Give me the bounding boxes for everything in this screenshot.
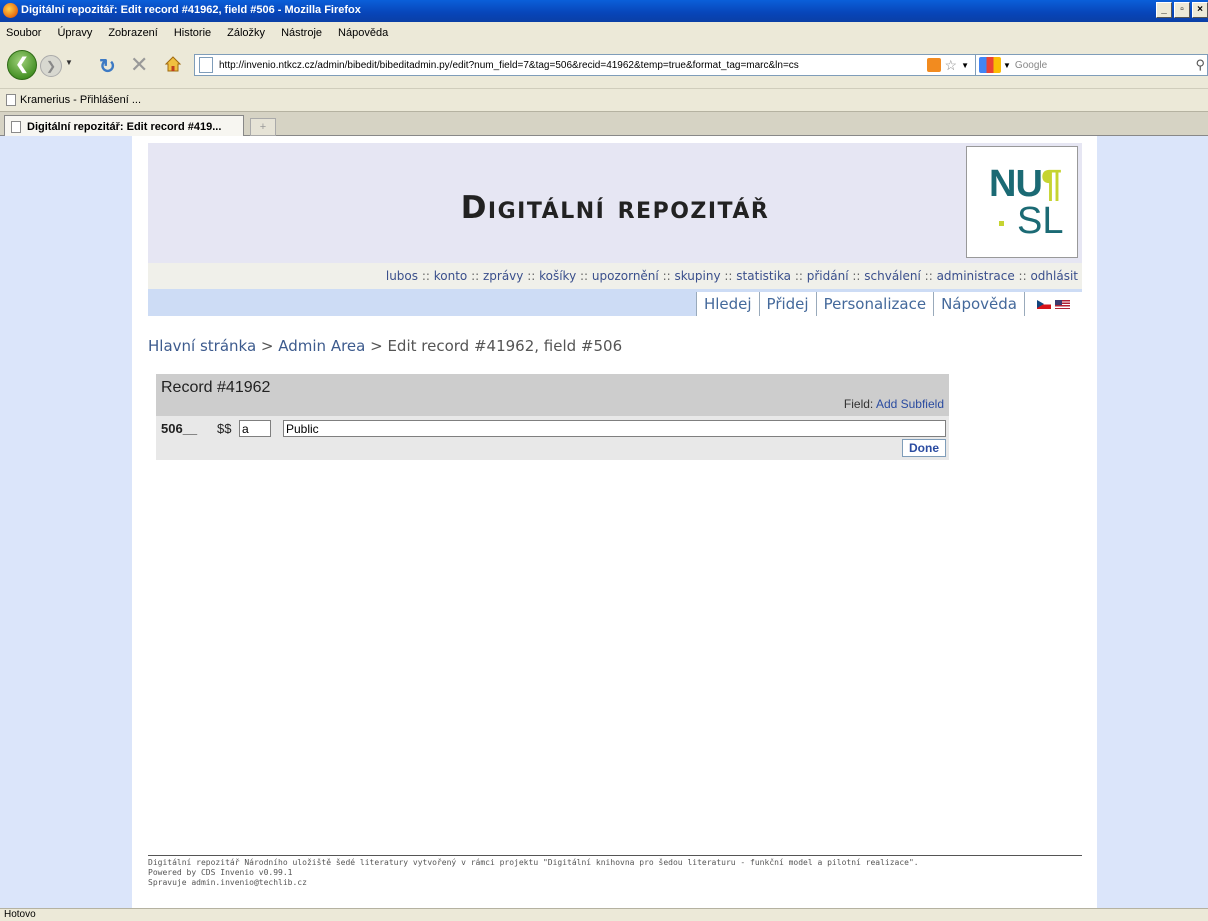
field-label: Field:	[843, 397, 874, 411]
bookmark-star-icon[interactable]: ☆	[945, 57, 958, 74]
rss-feed-icon[interactable]	[926, 58, 941, 72]
url-dropdown-icon[interactable]: ▼	[961, 61, 969, 70]
user-link-skupiny[interactable]: skupiny	[674, 269, 720, 283]
menu-nastroje[interactable]: Nástroje	[281, 27, 322, 39]
record-field-actions: Field: Add Subfield	[844, 397, 944, 411]
status-bar: Hotovo	[0, 908, 1208, 921]
user-link-odhlasit[interactable]: odhlásit	[1030, 269, 1078, 283]
user-link-pridani[interactable]: přidání	[807, 269, 849, 283]
new-tab-button[interactable]: +	[250, 118, 276, 136]
page-footer: Digitální repozitář Národního uložiště š…	[148, 855, 1082, 888]
record-header: Record #41962 Field: Add Subfield	[156, 374, 949, 416]
user-links-bar: lubos :: konto :: zprávy :: košíky :: up…	[148, 263, 1082, 289]
search-box[interactable]: ▼ Google ⚲	[975, 54, 1208, 76]
logo-dot	[999, 221, 1004, 226]
user-link-zpravy[interactable]: zprávy	[483, 269, 523, 283]
menu-bar: Soubor Úpravy Zobrazení Historie Záložky…	[0, 22, 1208, 44]
tab-bar: Digitální repozitář: Edit record #419...…	[0, 111, 1208, 137]
menu-zalozky[interactable]: Záložky	[227, 27, 265, 39]
main-nav-bar: Hledej Přidej Personalizace Nápověda	[148, 289, 1082, 316]
window-title: Digitální repozitář: Edit record #41962,…	[21, 4, 361, 16]
record-title: Record #41962	[161, 379, 271, 396]
search-icon[interactable]: ⚲	[1195, 57, 1205, 73]
history-dropdown-icon[interactable]: ▼	[65, 58, 73, 67]
nusl-logo[interactable]: NU ¶ SL	[966, 146, 1078, 258]
breadcrumb-home[interactable]: Hlavní stránka	[148, 337, 256, 355]
footer-powered-by: Powered by CDS Invenio v0.99.1	[148, 868, 293, 877]
menu-historie[interactable]: Historie	[174, 27, 211, 39]
subfield-value-input[interactable]	[283, 420, 946, 437]
breadcrumb-separator: >	[256, 337, 279, 355]
nav-tab-personalizace[interactable]: Personalizace	[815, 292, 934, 316]
nav-tab-hledej[interactable]: Hledej	[695, 292, 759, 316]
user-link-konto[interactable]: konto	[434, 269, 468, 283]
footer-admin-contact: Spravuje admin.invenio@techlib.cz	[148, 878, 307, 887]
stop-icon[interactable]: ✕	[130, 52, 148, 78]
url-text[interactable]: http://invenio.ntkcz.cz/admin/bibedit/bi…	[219, 60, 927, 71]
logo-pilcrow-icon: ¶	[1041, 163, 1063, 205]
user-link-upozorneni[interactable]: upozornění	[592, 269, 659, 283]
back-button[interactable]: ❮	[7, 50, 37, 80]
search-input[interactable]: Google	[1015, 60, 1196, 71]
menu-napoveda[interactable]: Nápověda	[338, 27, 388, 39]
bookmark-kramerius[interactable]: Kramerius - Přihlášení ...	[20, 94, 141, 106]
page-icon	[11, 120, 21, 133]
logo-text-top: NU	[989, 163, 1043, 205]
breadcrumb: Hlavní stránka > Admin Area > Edit recor…	[148, 337, 622, 355]
search-engine-icon[interactable]	[979, 57, 1001, 73]
user-link-schvaleni[interactable]: schválení	[864, 269, 921, 283]
user-link-administrace[interactable]: administrace	[937, 269, 1015, 283]
breadcrumb-separator: >	[365, 337, 388, 355]
browser-viewport: Digitální repozitář NU ¶ SL lubos :: kon…	[0, 136, 1208, 908]
subfield-delimiter: $$	[217, 421, 232, 436]
window-titlebar: Digitální repozitář: Edit record #41962,…	[0, 0, 1208, 22]
maximize-button[interactable]: ▫	[1174, 2, 1190, 18]
breadcrumb-current: Edit record #41962, field #506	[387, 337, 623, 355]
tab-active[interactable]: Digitální repozitář: Edit record #419...	[4, 115, 244, 137]
user-link-kosiky[interactable]: košíky	[539, 269, 576, 283]
page-icon	[199, 57, 213, 73]
home-icon[interactable]	[164, 55, 182, 73]
footer-description: Digitální repozitář Národního uložiště š…	[148, 858, 919, 867]
field-tag: 506__	[161, 421, 198, 436]
status-text: Hotovo	[4, 909, 36, 920]
subfield-code-input[interactable]	[239, 420, 271, 437]
done-button[interactable]: Done	[902, 439, 946, 457]
nav-tab-pridej[interactable]: Přidej	[758, 292, 816, 316]
menu-upravy[interactable]: Úpravy	[57, 27, 92, 39]
logo-text-bottom: SL	[1017, 200, 1064, 242]
menu-soubor[interactable]: Soubor	[6, 27, 41, 39]
language-switcher	[1024, 292, 1082, 316]
reload-icon[interactable]: ↻	[99, 54, 116, 79]
user-link-statistika[interactable]: statistika	[736, 269, 791, 283]
us-flag-icon[interactable]	[1055, 299, 1070, 309]
close-button[interactable]: ×	[1192, 2, 1208, 18]
breadcrumb-admin-area[interactable]: Admin Area	[278, 337, 365, 355]
address-bar[interactable]: http://invenio.ntkcz.cz/admin/bibedit/bi…	[194, 54, 980, 76]
site-header: Digitální repozitář NU ¶ SL	[148, 143, 1082, 263]
firefox-icon	[3, 3, 18, 18]
user-link-lubos[interactable]: lubos	[386, 269, 418, 283]
page-icon	[6, 93, 16, 106]
tab-label: Digitální repozitář: Edit record #419...	[27, 120, 222, 133]
bookmarks-toolbar: Kramerius - Přihlášení ...	[0, 88, 1208, 110]
site-title: Digitální repozitář	[460, 190, 770, 226]
minimize-button[interactable]: _	[1156, 2, 1172, 18]
forward-button[interactable]: ❯	[40, 55, 62, 77]
nav-tab-napoveda[interactable]: Nápověda	[933, 292, 1024, 316]
search-engine-dropdown-icon[interactable]: ▼	[1003, 61, 1011, 70]
add-subfield-link[interactable]: Add Subfield	[876, 397, 944, 411]
menu-zobrazeni[interactable]: Zobrazení	[108, 27, 158, 39]
record-editor: Record #41962 Field: Add Subfield 506__ …	[156, 374, 949, 460]
czech-flag-icon[interactable]	[1037, 299, 1051, 309]
subfield-row: 506__ $$	[161, 420, 946, 437]
page-container: Digitální repozitář NU ¶ SL lubos :: kon…	[132, 136, 1097, 908]
